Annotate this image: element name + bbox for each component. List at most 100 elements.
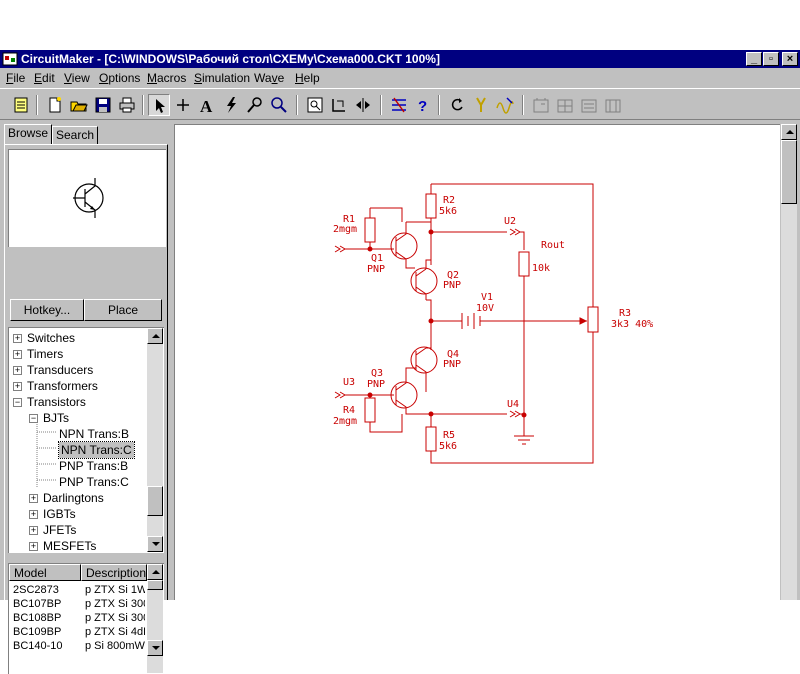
search-icon[interactable] (268, 94, 290, 116)
scroll-thumb[interactable] (147, 580, 163, 590)
model-name[interactable]: BC109BP (13, 625, 79, 639)
scroll-down-button[interactable] (147, 536, 163, 552)
close-button[interactable]: × (782, 52, 798, 66)
menu-macros[interactable]: Macros (147, 71, 186, 85)
minimize-button[interactable]: _ (746, 52, 762, 66)
label-q3-type[interactable]: PNP (367, 379, 385, 390)
tab-browse[interactable]: Browse (4, 124, 52, 144)
hotkey-button[interactable]: Hotkey... (10, 299, 84, 321)
model-description[interactable]: p ZTX Si 1W (85, 583, 145, 597)
label-u4[interactable]: U4 (507, 399, 519, 410)
tree-scrollbar[interactable] (147, 328, 163, 552)
model-description[interactable]: p ZTX Si 300 (85, 597, 145, 611)
label-q2-type[interactable]: PNP (443, 280, 461, 291)
restore-button[interactable]: ▫ (763, 52, 779, 66)
label-r1-value[interactable]: 2mgm (333, 224, 357, 235)
model-name[interactable]: BC108BP (13, 611, 79, 625)
component-tree: + Switches + Timers + Transducers + Transfor… (8, 327, 164, 553)
model-description[interactable]: p Si 800mW (85, 639, 145, 653)
probe-tool-icon[interactable] (220, 94, 242, 116)
label-q4-type[interactable]: PNP (443, 359, 461, 370)
toolbar: A ? (0, 88, 800, 120)
grid-3-icon[interactable] (578, 94, 600, 116)
label-r3-value[interactable]: 3k3 40% (611, 319, 653, 330)
digital-mode-icon[interactable] (10, 94, 32, 116)
label-r5-value[interactable]: 5k6 (439, 441, 457, 452)
menu-options[interactable]: Options (99, 71, 140, 85)
bus-icon[interactable] (388, 94, 410, 116)
probe-icon[interactable] (470, 94, 492, 116)
tab-search[interactable]: Search (52, 126, 98, 144)
menu-file[interactable]: File (6, 71, 25, 85)
label-q1-type[interactable]: PNP (367, 264, 385, 275)
svg-text:A: A (200, 97, 213, 114)
model-name[interactable]: BC140-10 (13, 639, 79, 653)
label-q3-name[interactable]: Q3 (371, 368, 383, 379)
label-rout-name[interactable]: Rout (541, 240, 565, 251)
toolbar-separator (522, 95, 524, 115)
open-file-icon[interactable] (68, 94, 90, 116)
label-rout-value[interactable]: 10k (532, 263, 550, 274)
column-header-description[interactable]: Description (81, 564, 147, 581)
model-name[interactable]: 2SC2873 (13, 583, 79, 597)
zoom-tool-icon[interactable] (244, 94, 266, 116)
save-icon[interactable] (92, 94, 114, 116)
grid-4-icon[interactable] (602, 94, 624, 116)
label-u2[interactable]: U2 (504, 216, 516, 227)
schematic-canvas[interactable]: R2 5k6 U2 Rout 10k R1 2mgm Q1 PNP Q2 PNP… (174, 124, 780, 600)
canvas-scrollbar[interactable] (781, 124, 797, 600)
tree-item-selected[interactable]: NPN Trans:C (58, 441, 135, 459)
grid-2-icon[interactable] (554, 94, 576, 116)
scroll-thumb[interactable] (781, 140, 797, 204)
column-header-model[interactable]: Model (9, 564, 81, 581)
text-tool-icon[interactable]: A (196, 94, 218, 116)
grid-1-icon[interactable] (530, 94, 552, 116)
toolbar-separator (380, 95, 382, 115)
scroll-thumb[interactable] (147, 486, 163, 516)
tree-item[interactable]: + IGBTs (29, 506, 76, 522)
mirror-icon[interactable] (352, 94, 374, 116)
label-r3-name[interactable]: R3 (619, 308, 631, 319)
model-description[interactable]: p ZTX Si 4dE (85, 625, 145, 639)
tree-item[interactable]: PNP Trans:B (59, 458, 128, 474)
scroll-up-button[interactable] (147, 564, 163, 580)
label-q1-name[interactable]: Q1 (371, 253, 383, 264)
print-icon[interactable] (116, 94, 138, 116)
menu-bar: File Edit View Options Macros Simulation… (0, 69, 800, 87)
help-icon[interactable]: ? (412, 94, 434, 116)
toolbar-separator (36, 95, 38, 115)
label-r5-name[interactable]: R5 (443, 430, 455, 441)
tree-item[interactable]: + JFETs (29, 522, 76, 538)
tree-item[interactable]: NPN Trans:B (59, 426, 129, 442)
tree-item[interactable]: PNP Trans:C (59, 474, 129, 490)
scroll-down-button[interactable] (147, 640, 163, 656)
label-r2-name[interactable]: R2 (443, 195, 455, 206)
tree-item[interactable]: + MESFETs (29, 538, 96, 553)
title-bar[interactable]: CircuitMaker - [C:\WINDOWS\Рабочий стол\… (0, 50, 800, 68)
wire-tool-icon[interactable] (172, 94, 194, 116)
tree-item[interactable]: + Darlingtons (29, 490, 104, 506)
menu-wave[interactable]: Wave (254, 71, 284, 85)
label-r4-name[interactable]: R4 (343, 405, 355, 416)
zoom-fit-icon[interactable] (304, 94, 326, 116)
arrow-tool-icon[interactable] (148, 94, 170, 116)
menu-view[interactable]: View (64, 71, 90, 85)
scroll-up-button[interactable] (147, 328, 163, 344)
place-button[interactable]: Place (84, 299, 162, 321)
menu-help[interactable]: Help (295, 71, 320, 85)
label-v1-value[interactable]: 10V (476, 303, 494, 314)
new-file-icon[interactable] (44, 94, 66, 116)
model-list-scrollbar[interactable] (147, 564, 163, 673)
label-v1-name[interactable]: V1 (481, 292, 493, 303)
menu-edit[interactable]: Edit (34, 71, 55, 85)
wave-icon[interactable] (494, 94, 516, 116)
reset-icon[interactable] (446, 94, 468, 116)
label-r4-value[interactable]: 2mgm (333, 416, 357, 427)
label-u3[interactable]: U3 (343, 377, 355, 388)
rotate-icon[interactable] (328, 94, 350, 116)
model-description[interactable]: p ZTX Si 300 (85, 611, 145, 625)
scroll-up-button[interactable] (781, 124, 797, 140)
menu-simulation[interactable]: Simulation (194, 71, 250, 85)
label-r2-value[interactable]: 5k6 (439, 206, 457, 217)
model-name[interactable]: BC107BP (13, 597, 79, 611)
